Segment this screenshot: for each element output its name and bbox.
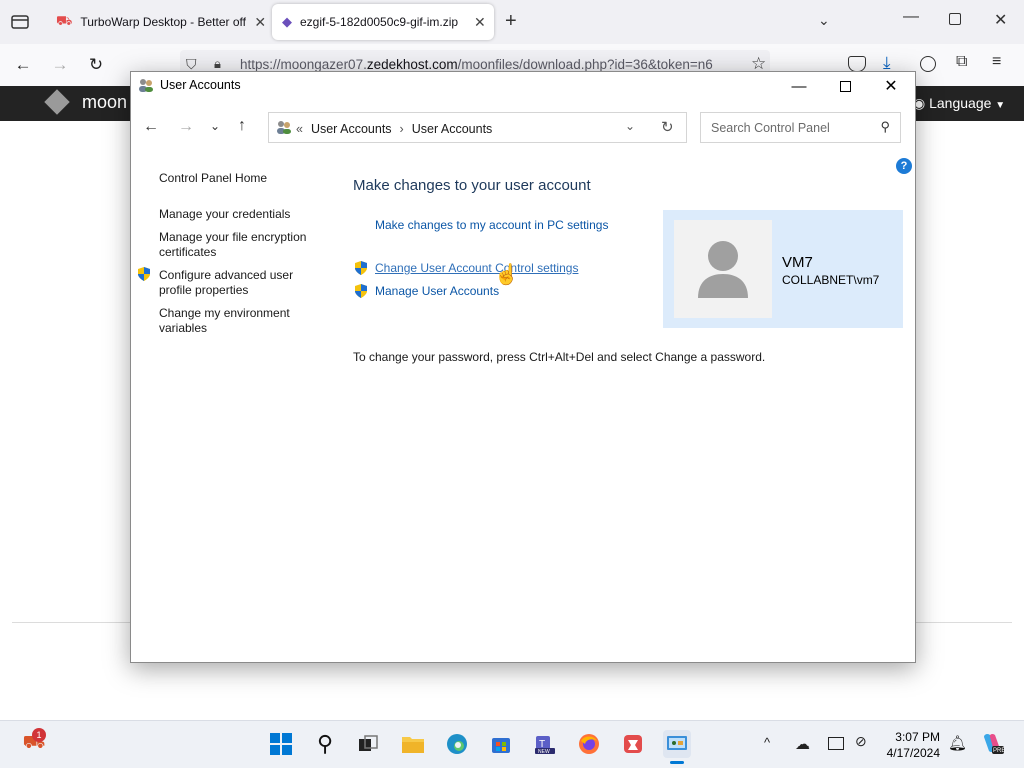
clock-date: 4/17/2024: [886, 746, 940, 760]
downloads-icon[interactable]: ⤓: [883, 53, 891, 73]
teams-icon[interactable]: T NEW: [531, 730, 559, 758]
window-maximize-icon[interactable]: [822, 71, 868, 101]
up-arrow-icon[interactable]: ↑: [238, 117, 246, 135]
reload-icon[interactable]: ↻: [83, 52, 109, 78]
caret-down-icon: ▼: [995, 100, 1006, 111]
site-name[interactable]: moon: [82, 92, 127, 113]
browser-close-icon[interactable]: ✕: [994, 10, 1007, 30]
pocket-icon[interactable]: [848, 56, 866, 72]
tab-overview-icon[interactable]: [10, 12, 30, 32]
browser-tab-ezgif[interactable]: ◆ ezgif-5-182d0050c9-gif-im.zip ✕: [272, 4, 494, 40]
close-icon[interactable]: ✕: [474, 14, 486, 31]
svg-text:PRE: PRE: [993, 748, 1004, 754]
user-accounts-icon: [138, 78, 154, 92]
microsoft-store-icon[interactable]: [487, 730, 515, 758]
menu-hamburger-icon[interactable]: ≡: [992, 53, 1001, 71]
breadcrumb: « User Accounts › User Accounts: [276, 120, 492, 137]
language-label: Language: [929, 95, 992, 111]
edge-browser-icon[interactable]: [443, 730, 471, 758]
list-tabs-chevron-icon[interactable]: ⌄: [818, 12, 830, 29]
browser-restore-icon[interactable]: [949, 13, 961, 25]
onedrive-offline-icon[interactable]: ☁: [795, 735, 810, 753]
advanced-user-profile-link[interactable]: Configure advanced user profile properti…: [159, 268, 309, 298]
uac-shield-icon: [354, 284, 368, 298]
file-explorer-icon[interactable]: [399, 730, 427, 758]
search-input[interactable]: [709, 120, 873, 136]
start-windows-icon[interactable]: [267, 730, 295, 758]
recent-locations-chevron-icon[interactable]: ⌄: [210, 119, 220, 133]
help-icon[interactable]: ?: [896, 158, 912, 174]
browser-tab-turbowarp[interactable]: ⛟ TurboWarp Desktop - Better off ✕: [48, 4, 270, 40]
search-icon[interactable]: ⚲: [311, 730, 339, 758]
avatar[interactable]: [674, 220, 772, 318]
svg-text:NEW: NEW: [538, 749, 550, 755]
language-menu[interactable]: ◉ Language ▼: [913, 95, 1005, 112]
overflow-chevron-icon[interactable]: «: [296, 122, 303, 136]
show-hidden-icons-chevron-icon[interactable]: ^: [764, 735, 770, 750]
window-close-icon[interactable]: ✕: [868, 71, 914, 101]
back-arrow-icon[interactable]: ←: [10, 52, 36, 78]
account-icon[interactable]: [920, 56, 936, 72]
uac-shield-icon: [137, 267, 151, 281]
firefox-icon[interactable]: [575, 730, 603, 758]
copilot-icon[interactable]: PRE: [980, 731, 1005, 755]
active-app-indicator: [670, 761, 684, 764]
page-heading: Make changes to your user account: [353, 177, 591, 194]
control-panel-taskbar-icon[interactable]: [663, 730, 691, 758]
breadcrumb-separator-icon[interactable]: ›: [400, 122, 404, 136]
address-dropdown-icon[interactable]: ⌄: [625, 119, 635, 133]
environment-variables-link[interactable]: Change my environment variables: [159, 306, 309, 336]
task-view-icon[interactable]: [354, 730, 382, 758]
control-panel-home-link[interactable]: Control Panel Home: [159, 171, 329, 186]
user-name: VM7: [782, 254, 813, 271]
tab-title: TurboWarp Desktop - Better off: [80, 15, 246, 29]
user-accounts-window: [130, 71, 916, 663]
network-no-internet-icon[interactable]: ⊘: [855, 733, 867, 750]
forward-arrow-icon[interactable]: →: [47, 52, 73, 78]
hand-cursor-icon: ☝: [494, 264, 519, 286]
search-icon: ⚲: [880, 119, 890, 134]
window-title: User Accounts: [160, 78, 241, 92]
ezgif-icon: ◆: [282, 14, 292, 29]
notification-bell-icon[interactable]: 🔔︎: [948, 734, 967, 752]
lock-icon[interactable]: 🔒︎: [214, 56, 221, 72]
explorer-back-icon[interactable]: ←: [143, 118, 159, 136]
window-minimize-icon[interactable]: —: [776, 71, 822, 101]
manage-user-accounts-link[interactable]: Manage User Accounts: [375, 284, 499, 298]
breadcrumb-item[interactable]: User Accounts: [311, 122, 392, 136]
user-accounts-small-icon: [276, 120, 292, 137]
uac-shield-icon: [354, 261, 368, 275]
explorer-forward-icon[interactable]: →: [178, 118, 194, 136]
turbowarp-taskbar-icon[interactable]: [619, 730, 647, 758]
notification-badge: 1: [32, 728, 46, 742]
extensions-icon[interactable]: ⧉: [956, 53, 967, 71]
new-tab-icon[interactable]: +: [505, 10, 517, 33]
refresh-icon[interactable]: ↻: [661, 118, 674, 136]
user-domain: COLLABNET\vm7: [782, 273, 880, 287]
close-icon[interactable]: ✕: [254, 14, 266, 31]
pc-settings-link[interactable]: Make changes to my account in PC setting…: [375, 218, 608, 232]
clock-time: 3:07 PM: [895, 730, 940, 744]
password-note: To change your password, press Ctrl+Alt+…: [353, 350, 766, 364]
tab-title: ezgif-5-182d0050c9-gif-im.zip: [300, 15, 459, 29]
system-clock[interactable]: 3:07 PM 4/17/2024: [880, 729, 940, 761]
manage-encryption-certificates-link[interactable]: Manage your file encryption certificates: [159, 230, 319, 260]
manage-credentials-link[interactable]: Manage your credentials: [159, 207, 329, 222]
url-text[interactable]: https://moongazer07.zedekhost.com/moonfi…: [240, 57, 740, 72]
search-control-panel-field[interactable]: ⚲: [700, 112, 901, 143]
turbowarp-icon: ⛟: [56, 13, 73, 28]
uac-settings-link[interactable]: Change User Account Control settings: [375, 261, 578, 275]
browser-minimize-icon[interactable]: —: [903, 8, 919, 26]
display-icon[interactable]: [828, 737, 844, 750]
user-silhouette-icon: [698, 241, 748, 298]
breadcrumb-item[interactable]: User Accounts: [412, 122, 493, 136]
